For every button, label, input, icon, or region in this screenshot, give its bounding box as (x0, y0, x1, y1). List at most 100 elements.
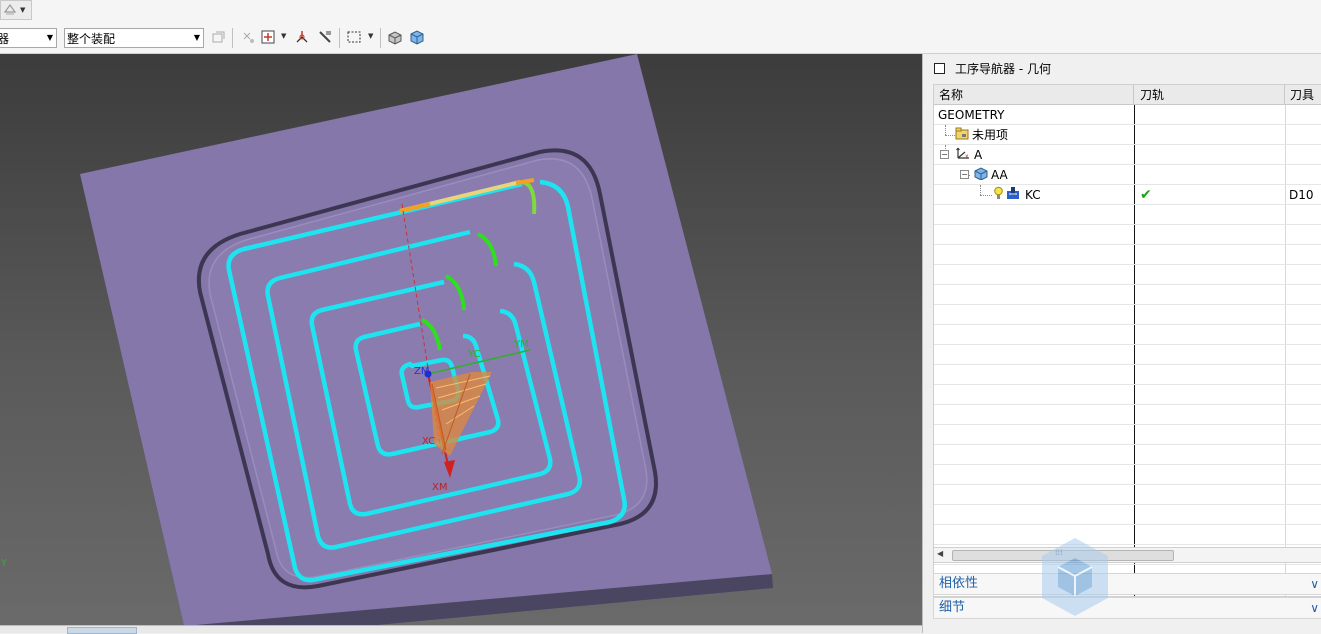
operation-navigator-pane: 工序导航器 - 几何 名称 刀轨 刀具 GEOMETRY 未用项 − x A −… (922, 54, 1321, 633)
chevron-down-icon: ▼ (20, 6, 26, 14)
dependencies-panel-header[interactable]: 相依性 ∨ (933, 573, 1321, 595)
tree-connector (945, 125, 946, 135)
empty-row (934, 325, 1321, 345)
tree-row-a[interactable]: − x A (934, 145, 1321, 165)
box-select-button[interactable] (344, 28, 364, 48)
tool-name: D10 (1289, 188, 1314, 202)
tree-label: KC (1025, 188, 1041, 202)
orient-view-button[interactable] (407, 28, 427, 48)
tree-item: KC (994, 185, 1041, 205)
type-filter-combo[interactable]: 器 ▼ (0, 28, 57, 48)
selection-toolbar: 器 ▼ 整个装配 ▼ ▼ ▼ (0, 22, 1321, 54)
chevron-down-icon: ∨ (1310, 577, 1319, 591)
column-header-name[interactable]: 名称 (934, 85, 1134, 105)
tree-label: AA (991, 168, 1008, 182)
label-xm: XM (432, 482, 447, 493)
view-triad-y-label: Y (1, 558, 8, 569)
tree-row-aa[interactable]: − AA (934, 165, 1321, 185)
tree-item: 未用项 (955, 125, 1008, 145)
tree-row-geometry[interactable]: GEOMETRY (934, 105, 1321, 125)
panel-title: 细节 (939, 600, 966, 615)
empty-row (934, 405, 1321, 425)
empty-row (934, 465, 1321, 485)
empty-row (934, 505, 1321, 525)
point-select-icon (260, 29, 276, 48)
tree-item: x A (955, 145, 982, 165)
empty-row (934, 385, 1321, 405)
chevron-down-icon[interactable]: ▼ (368, 32, 373, 40)
chevron-down-icon: ▼ (193, 33, 200, 42)
filter-assembly-button[interactable] (208, 28, 228, 48)
toolbar-separator (380, 28, 381, 48)
tree-connector (980, 185, 981, 195)
horizontal-scrollbar[interactable]: ◀ ⁞⁞⁞ (933, 547, 1321, 563)
wrench-select-button[interactable] (315, 28, 335, 48)
tree-row-kc[interactable]: KC ✔ D10 (934, 185, 1321, 205)
table-header-row: 名称 刀轨 刀具 (934, 85, 1321, 105)
navigator-tree-table[interactable]: 名称 刀轨 刀具 GEOMETRY 未用项 − x A − AA KC ✔ D1… (933, 84, 1321, 597)
watermark-logo (1040, 536, 1110, 618)
selection-scope-combo[interactable]: 整个装配 ▼ (64, 28, 204, 48)
snap-point-icon (240, 29, 256, 48)
graphics-viewport[interactable]: ZM YC YM XC XM Y (0, 54, 922, 625)
view-style-icon (3, 2, 17, 19)
point-select-button[interactable] (258, 28, 278, 48)
workpiece-icon (974, 166, 988, 186)
assembly-filter-icon (210, 29, 226, 48)
tree-label: GEOMETRY (938, 108, 1005, 122)
folder-icon (955, 126, 969, 146)
shaded-view-icon (387, 29, 403, 48)
mcs-csys-icon: x (955, 146, 971, 166)
curve-rule-button[interactable] (292, 28, 312, 48)
chevron-down-icon: ▼ (46, 33, 53, 42)
panel-title: 相依性 (939, 576, 979, 591)
details-panel-header[interactable]: 细节 ∨ (933, 597, 1321, 619)
curve-rule-icon (294, 29, 310, 48)
navigator-header: 工序导航器 - 几何 (923, 54, 1321, 82)
empty-row (934, 225, 1321, 245)
label-ym: YM (513, 339, 529, 350)
pin-checkbox[interactable] (934, 62, 945, 74)
empty-row (934, 445, 1321, 465)
tree-label: 未用项 (972, 128, 1009, 142)
shaded-view-button[interactable] (385, 28, 405, 48)
type-filter-value: 器 (0, 31, 10, 46)
resource-tab-strip (0, 625, 922, 634)
empty-row (934, 525, 1321, 545)
wrench-icon (317, 29, 333, 48)
tree-label: A (974, 148, 983, 162)
toolpath-ok-check-icon: ✔ (1140, 187, 1152, 203)
column-header-toolpath[interactable]: 刀轨 (1135, 85, 1285, 105)
empty-row (934, 345, 1321, 365)
column-header-tool[interactable]: 刀具 (1285, 85, 1321, 105)
empty-row (934, 285, 1321, 305)
cavity-mill-operation-icon (1006, 186, 1022, 206)
cube-view-icon (409, 29, 425, 48)
empty-row (934, 485, 1321, 505)
tree-item: AA (974, 165, 1008, 185)
status-lightbulb-icon (994, 186, 1003, 206)
svg-text:x: x (965, 153, 969, 160)
empty-row (934, 205, 1321, 225)
scroll-left-arrow-icon[interactable]: ◀ (937, 549, 943, 558)
label-zm: ZM (414, 366, 429, 377)
collapse-icon[interactable]: − (940, 150, 949, 159)
chevron-down-icon[interactable]: ▼ (281, 32, 286, 40)
top-toolbar: ▼ (0, 0, 1321, 22)
snap-point-button[interactable] (238, 28, 258, 48)
label-yc: YC (467, 349, 481, 360)
collapse-icon[interactable]: − (960, 170, 969, 179)
selection-scope-value: 整个装配 (67, 31, 116, 46)
tree-connector (980, 195, 992, 196)
empty-row (934, 265, 1321, 285)
empty-row (934, 305, 1321, 325)
empty-row (934, 365, 1321, 385)
tree-row-unused[interactable]: 未用项 (934, 125, 1321, 145)
navigator-title: 工序导航器 - 几何 (955, 61, 1051, 76)
chevron-down-icon: ∨ (1310, 601, 1319, 615)
tree-connector (945, 135, 955, 136)
box-select-icon (346, 29, 362, 48)
toolbar-separator (232, 28, 233, 48)
part-model-drawing: ZM YC YM XC XM (80, 54, 773, 625)
view-style-dropdown-button[interactable]: ▼ (0, 0, 32, 20)
